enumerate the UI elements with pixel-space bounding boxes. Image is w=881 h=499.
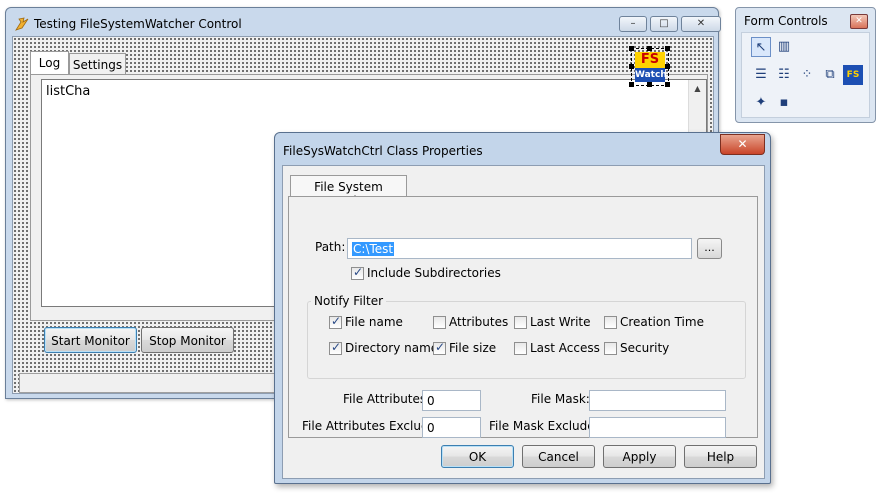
resize-handle[interactable] (665, 46, 670, 51)
file-attributes-exclude-label: File Attributes Exclude: (302, 419, 440, 433)
fswatch-logo-bottom: Watch (635, 70, 667, 80)
list-item: listCha (46, 84, 91, 99)
dialog-close-button[interactable]: ✕ (720, 134, 765, 155)
resize-handle[interactable] (665, 82, 670, 87)
wand-icon[interactable]: ✦ (751, 93, 771, 113)
minimize-button[interactable]: – (619, 16, 647, 32)
attributes-label: Attributes (449, 315, 509, 329)
books-icon[interactable]: ▥ (774, 37, 794, 57)
dialog-tab-panel: Path: C:\Test ... Include Subdirectories… (288, 196, 758, 438)
last-write-checkbox[interactable] (514, 316, 527, 329)
minimize-icon: – (630, 18, 636, 29)
fswatch-logo: FS Watch (635, 52, 667, 82)
stop-monitor-button[interactable]: Stop Monitor (141, 327, 234, 353)
notify-filter-title: Notify Filter (311, 294, 387, 308)
resize-handle[interactable] (647, 82, 652, 87)
tab-file-system-watcher[interactable]: File System Watcher (290, 175, 407, 208)
form-controls-toolbox: Form Controls ✕ ↖ ▥ ☰ ☷ ⁘ ⧉ FS ✦ ▪ (735, 7, 876, 123)
cancel-button[interactable]: Cancel (522, 445, 595, 468)
close-icon: ✕ (696, 18, 706, 29)
start-monitor-button[interactable]: Start Monitor (44, 327, 137, 353)
include-subdirectories-checkbox[interactable] (351, 265, 364, 280)
attributes-checkbox[interactable] (433, 316, 446, 329)
file-name-label: File name (345, 315, 403, 329)
dialog-title: FileSysWatchCtrl Class Properties (283, 144, 483, 158)
apply-label: Apply (622, 450, 657, 464)
file-attributes-input[interactable]: 0 (422, 390, 481, 411)
file-mask-label: File Mask: (531, 392, 590, 406)
file-mask-exclude-input[interactable] (589, 417, 726, 438)
last-write-label: Last Write (530, 315, 591, 329)
properties-dialog: FileSysWatchCtrl Class Properties ✕ File… (274, 132, 771, 484)
file-mask-exclude-label: File Mask Exclude: (489, 419, 599, 433)
include-subdirectories-label: Include Subdirectories (367, 266, 501, 280)
help-button[interactable]: Help (684, 445, 757, 468)
ok-button[interactable]: OK (441, 445, 514, 468)
maximize-icon: □ (659, 18, 669, 29)
tab-settings[interactable]: Settings (69, 53, 126, 75)
window-title: Testing FileSystemWatcher Control (34, 17, 242, 31)
path-input[interactable]: C:\Test (347, 238, 692, 259)
toolbox-panel: ↖ ▥ ☰ ☷ ⁘ ⧉ FS ✦ ▪ (741, 32, 870, 118)
pointer-icon[interactable]: ↖ (751, 37, 771, 57)
grid-icon[interactable]: ⁘ (797, 65, 817, 85)
directory-name-label: Directory name (345, 341, 439, 355)
fswatch-control[interactable]: FS Watch (629, 46, 670, 87)
file-size-checkbox[interactable] (433, 340, 446, 355)
close-icon: ✕ (855, 16, 863, 26)
last-access-label: Last Access (530, 341, 600, 355)
security-checkbox[interactable] (604, 342, 617, 355)
tab-settings-label: Settings (72, 58, 123, 72)
tab-log-label: Log (38, 56, 61, 70)
stop-monitor-label: Stop Monitor (149, 334, 226, 348)
ok-label: OK (468, 450, 487, 464)
directory-name-checkbox[interactable] (329, 340, 342, 355)
resize-handle[interactable] (629, 82, 634, 87)
file-mask-input[interactable] (589, 390, 726, 411)
file-name-checkbox[interactable] (329, 314, 342, 329)
file-attributes-exclude-value: 0 (427, 421, 435, 435)
table-icon[interactable]: ☷ (774, 65, 794, 85)
toolbox-close-button[interactable]: ✕ (850, 14, 868, 29)
path-label: Path: (315, 240, 346, 254)
apply-button[interactable]: Apply (603, 445, 676, 468)
maximize-button[interactable]: □ (650, 16, 678, 32)
app-icon (15, 17, 29, 31)
tab-log[interactable]: Log (30, 51, 69, 75)
path-value: C:\Test (352, 242, 395, 256)
browse-button[interactable]: ... (697, 238, 722, 259)
file-attributes-label: File Attributes: (343, 392, 431, 406)
creation-time-label: Creation Time (620, 315, 704, 329)
fswatch-icon[interactable]: FS (843, 65, 863, 85)
close-icon: ✕ (737, 137, 748, 151)
file-size-label: File size (449, 341, 497, 355)
notify-filter-group (307, 301, 746, 379)
resize-handle[interactable] (647, 46, 652, 51)
resize-handle[interactable] (629, 46, 634, 51)
help-label: Help (706, 450, 735, 464)
lock-icon[interactable]: ▪ (774, 93, 794, 113)
toolbox-title: Form Controls (744, 14, 828, 28)
file-attributes-exclude-input[interactable]: 0 (422, 417, 481, 438)
file-attributes-value: 0 (427, 394, 435, 408)
close-button[interactable]: ✕ (681, 16, 721, 32)
fswatch-logo-top: FS (635, 52, 665, 68)
last-access-checkbox[interactable] (514, 342, 527, 355)
cancel-label: Cancel (538, 450, 579, 464)
scroll-up-icon[interactable]: ▲ (689, 80, 706, 97)
security-label: Security (620, 341, 670, 355)
windows-icon[interactable]: ⧉ (820, 65, 840, 85)
resize-handle[interactable] (665, 64, 670, 69)
creation-time-checkbox[interactable] (604, 316, 617, 329)
start-monitor-label: Start Monitor (51, 334, 130, 348)
listview-icon[interactable]: ☰ (751, 65, 771, 85)
dialog-client: File System Watcher Path: C:\Test ... In… (282, 165, 765, 479)
resize-handle[interactable] (629, 64, 634, 69)
